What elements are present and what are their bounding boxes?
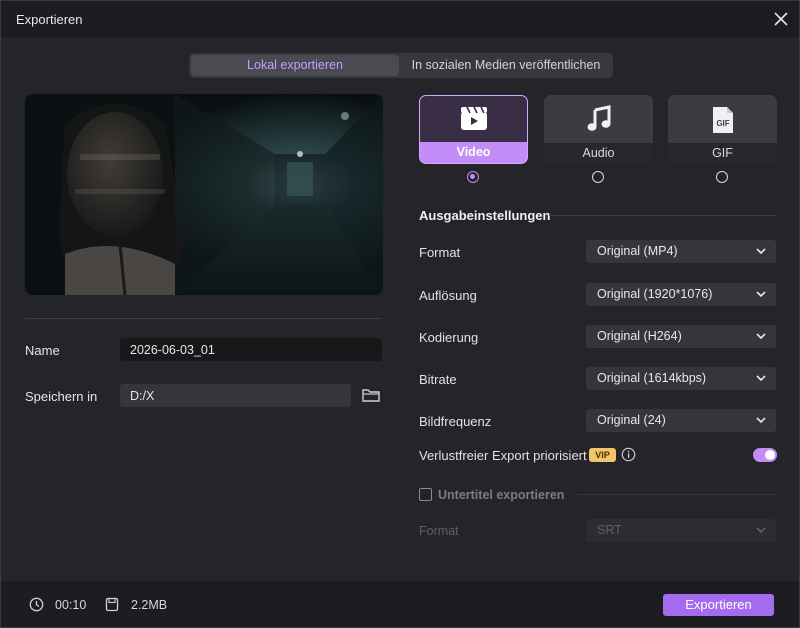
info-icon[interactable] [621,447,636,462]
format-value: Original (MP4) [597,244,678,258]
mode-audio-label: Audio [544,143,653,164]
vip-badge: VIP [589,448,616,462]
export-dialog: Exportieren Lokal exportieren In soziale… [0,0,800,628]
chevron-down-icon [756,527,766,534]
left-divider [25,318,382,319]
save-location-label: Speichern in [25,389,98,404]
chevron-down-icon [756,333,766,340]
lossless-toggle[interactable] [753,448,777,462]
name-field[interactable]: 2026-06-03_01 [120,338,382,361]
export-button[interactable]: Exportieren [663,594,774,616]
chevron-down-icon [756,291,766,298]
mode-audio-card[interactable]: Audio [544,95,653,164]
framerate-label: Bildfrequenz [419,414,492,429]
preview-frame-image [25,94,383,295]
bitrate-label: Bitrate [419,372,457,387]
subtitles-checkbox[interactable] [419,488,432,501]
radio-video[interactable] [467,171,479,183]
bitrate-select[interactable]: Original (1614kbps) [586,367,776,390]
tab-social-media[interactable]: In sozialen Medien veröffentlichen [401,55,611,76]
file-size-icon [105,597,119,612]
folder-icon[interactable] [361,386,381,404]
file-size-text: 2.2MB [131,598,168,612]
chevron-down-icon [756,375,766,382]
bitrate-value: Original (1614kbps) [597,371,707,385]
subtitles-divider [577,494,776,495]
format-select[interactable]: Original (MP4) [586,240,776,263]
format-label: Format [419,245,461,260]
video-preview [25,94,383,295]
close-icon[interactable] [769,7,793,31]
encoding-select[interactable]: Original (H264) [586,325,776,348]
dialog-title: Exportieren [16,12,83,27]
name-label: Name [25,343,60,358]
chevron-down-icon [756,417,766,424]
save-path-field[interactable]: D:/X [120,384,351,407]
framerate-value: Original (24) [597,413,666,427]
framerate-select[interactable]: Original (24) [586,409,776,432]
encoding-value: Original (H264) [597,329,682,343]
subtitles-label: Untertitel exportieren [438,488,565,502]
output-settings-heading: Ausgabeinstellungen [419,208,551,223]
subtitle-format-select: SRT [586,519,776,542]
lossless-export-label: Verlustfreier Export priorisiert [419,448,587,463]
duration-text: 00:10 [55,598,87,612]
tab-local-export[interactable]: Lokal exportieren [191,55,399,76]
clock-icon [29,597,44,612]
gif-badge-text: GIF [716,119,729,128]
encoding-label: Kodierung [419,330,479,345]
radio-audio[interactable] [592,171,604,183]
gif-file-icon: GIF [712,107,733,133]
subtitle-format-value: SRT [597,523,622,537]
section-divider [549,215,776,216]
title-bar: Exportieren [1,1,799,37]
radio-gif[interactable] [716,171,728,183]
mode-video-card[interactable]: Video [419,95,528,164]
chevron-down-icon [756,248,766,255]
mode-gif-label: GIF [668,143,777,164]
subtitle-format-label: Format [419,524,459,538]
export-target-tabs: Lokal exportieren In sozialen Medien ver… [189,53,613,78]
resolution-label: Auflösung [419,288,477,303]
resolution-select[interactable]: Original (1920*1076) [586,283,776,306]
music-note-icon [587,105,610,131]
mode-video-label: Video [420,142,527,163]
resolution-value: Original (1920*1076) [597,287,713,301]
video-clapper-icon [460,106,487,130]
mode-gif-card[interactable]: GIF GIF [668,95,777,164]
